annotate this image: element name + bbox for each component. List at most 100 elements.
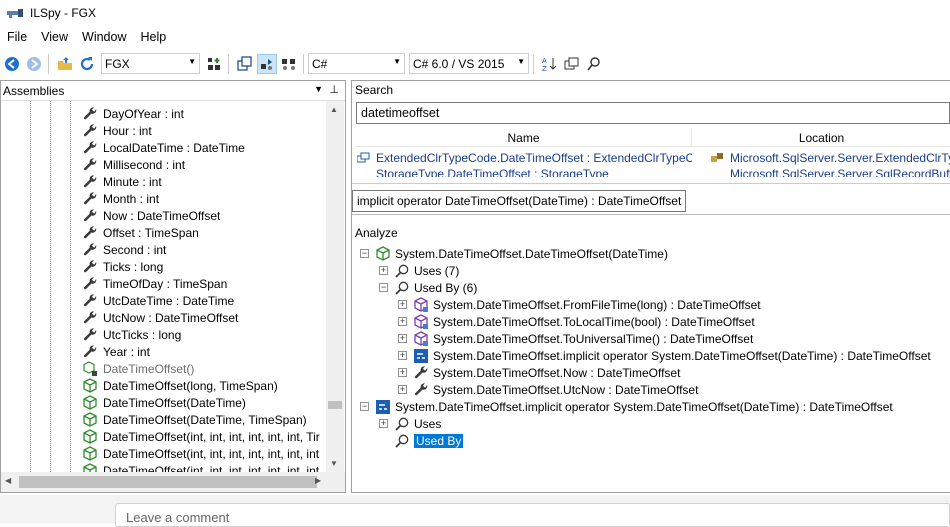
tree-node-label: DateTimeOffset(long, TimeSpan) [103,378,278,393]
search-input[interactable]: datetimeoffset [356,102,950,124]
tree-node[interactable]: Minute : int [81,173,162,190]
assembly-tree[interactable]: DayOfYear : int Hour : int LocalDateTime :… [1,101,327,472]
analyze-node[interactable]: − System.DateTimeOffset.implicit operator… [360,398,893,415]
expand-icon[interactable]: + [398,334,407,343]
collapse-all-icon[interactable] [235,54,255,74]
tree-node[interactable]: Now : DateTimeOffset [81,207,220,224]
analyze-node[interactable]: + System.DateTimeOffset.ToLocalTime(bool)… [398,313,755,330]
column-name[interactable]: Name [356,129,692,146]
expand-icon[interactable]: + [398,317,407,326]
method-cube-icon [81,394,99,411]
tree-node[interactable]: Ticks : long [81,258,163,275]
back-icon[interactable] [2,54,22,74]
scroll-right-icon[interactable]: ▶ [315,476,321,485]
analyze-node[interactable]: + Uses [379,415,441,432]
assembly-list-select[interactable]: FGX ▼ [101,53,200,74]
analyze-node-label: System.DateTimeOffset.UtcNow : DateTimeO… [433,382,699,397]
manage-lists-icon[interactable] [204,54,224,74]
expand-icon[interactable]: + [379,419,388,428]
analyze-node[interactable]: − System.DateTimeOffset.DateTimeOffset(Da… [360,245,668,262]
open-folder-icon[interactable] [55,54,75,74]
menu-bar: File View Window Help [0,26,950,48]
horizontal-scrollbar[interactable]: ◀ ▶ [1,472,345,492]
menu-view[interactable]: View [34,30,75,44]
language-version-select[interactable]: C# 6.0 / VS 2015 ▼ [409,53,529,74]
analyze-node[interactable]: + System.DateTimeOffset.Now : DateTimeOff… [398,364,680,381]
expand-icon[interactable]: + [398,351,407,360]
search-icon [394,416,410,432]
language-select[interactable]: C# ▼ [308,53,405,74]
menu-help[interactable]: Help [134,30,174,44]
expand-icon[interactable]: + [398,300,407,309]
pin-icon[interactable]: ⊥ [329,83,339,96]
tree-node[interactable]: DateTimeOffset(long, TimeSpan) [81,377,278,394]
analyze-node[interactable]: − Used By (6) [379,279,477,296]
tree-node[interactable]: DayOfYear : int [81,105,184,122]
pane-menu-icon[interactable]: ▼ [314,84,323,94]
comment-input[interactable]: Leave a comment [115,503,950,527]
tree-node[interactable]: Second : int [81,241,166,258]
tree-node[interactable]: TimeOfDay : TimeSpan [81,275,227,292]
search-result-row[interactable]: ExtendedClrTypeCode.DateTimeOffset : Ext… [356,149,950,167]
forward-icon[interactable] [24,54,44,74]
search-result-row[interactable]: StorageType.DateTimeOffset : StorageType… [356,167,950,177]
show-internal-icon[interactable] [257,53,277,74]
analyze-node-label: System.DateTimeOffset.DateTimeOffset(Dat… [395,246,668,261]
menu-file[interactable]: File [0,30,34,44]
scroll-thumb[interactable] [328,401,342,409]
search-icon[interactable] [584,54,604,74]
property-wrench-icon [81,140,99,156]
tree-node[interactable]: Offset : TimeSpan [81,224,199,241]
expand-icon[interactable]: + [398,385,407,394]
column-location[interactable]: Location [692,129,950,146]
tree-node-label: Hour : int [103,123,152,138]
tree-node[interactable]: DateTimeOffset(DateTime) [81,394,246,411]
reload-icon[interactable] [77,54,97,74]
splitter[interactable] [352,183,950,184]
property-wrench-icon [81,327,99,343]
tree-node[interactable]: DateTimeOffset(int, int, int, int, int, … [81,462,319,472]
property-wrench-icon [81,208,99,224]
tree-node[interactable]: UtcDateTime : DateTime [81,292,234,309]
tree-node[interactable]: Hour : int [81,122,152,139]
tree-node[interactable]: Year : int [81,343,150,360]
analyze-node[interactable]: + System.DateTimeOffset.ToUniversalTime()… [398,330,753,347]
analyze-node[interactable]: + System.DateTimeOffset.UtcNow : DateTime… [398,381,698,398]
menu-window[interactable]: Window [75,30,133,44]
scroll-left-icon[interactable]: ◀ [5,476,11,485]
scroll-thumb[interactable] [19,476,317,488]
analyze-node[interactable]: + Uses (7) [379,262,459,279]
collapse-icon[interactable]: − [360,402,369,411]
analyze-node[interactable]: + System.DateTimeOffset.FromFileTime(long… [398,296,761,313]
tree-node[interactable]: DateTimeOffset(int, int, int, int, int, … [81,428,320,445]
expand-icon[interactable]: + [379,266,388,275]
scroll-up-icon[interactable]: ▲ [330,105,338,114]
collapse-icon[interactable]: − [379,283,388,292]
chevron-down-icon: ▼ [517,57,525,66]
tree-node-label: UtcDateTime : DateTime [103,293,235,308]
tree-node[interactable]: UtcNow : DateTimeOffset [81,309,238,326]
sort-az-icon[interactable]: AZ [540,54,560,74]
expand-icon[interactable]: + [398,368,407,377]
tree-node[interactable]: DateTimeOffset() [81,360,194,377]
tree-node-label: UtcTicks : long [103,327,182,342]
tree-node[interactable]: Month : int [81,190,159,207]
tree-node[interactable]: UtcTicks : long [81,326,181,343]
tree-node-label: LocalDateTime : DateTime [103,140,245,155]
toolbar-separator [303,53,304,74]
toolbar-separator [533,53,534,74]
tree-node[interactable]: LocalDateTime : DateTime [81,139,245,156]
property-wrench-icon [81,123,99,139]
tree-node[interactable]: DateTimeOffset(int, int, int, int, int, … [81,445,319,462]
analyze-node[interactable]: + System.DateTimeOffset.implicit operator… [398,347,931,364]
collapse-icon[interactable]: − [360,249,369,258]
windows-icon[interactable] [562,54,582,74]
tree-node[interactable]: DateTimeOffset(DateTime, TimeSpan) [81,411,307,428]
tree-node[interactable]: Millisecond : int [81,156,185,173]
scroll-down-icon[interactable]: ▼ [330,459,338,468]
show-all-icon[interactable] [279,54,299,74]
svg-text:Z: Z [542,65,547,72]
vertical-scrollbar[interactable]: ▲ ▼ [326,101,344,472]
analyze-node[interactable]: Used By [379,432,464,449]
tree-node-label: UtcNow : DateTimeOffset [103,310,239,325]
